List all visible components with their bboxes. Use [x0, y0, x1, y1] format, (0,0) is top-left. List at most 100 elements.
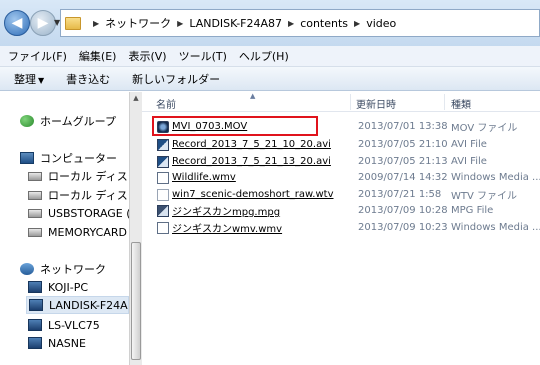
- chevron-right-icon[interactable]: ▶: [93, 19, 99, 28]
- sidebar-item-koji-pc[interactable]: KOJI-PC: [28, 278, 88, 296]
- file-name: ジンギスカンmpg.mpg: [172, 207, 281, 218]
- file-row[interactable]: Record_2013_7_5_21_13_20.avi 2013/07/05 …: [142, 153, 540, 170]
- breadcrumb-contents[interactable]: contents: [300, 17, 348, 30]
- menu-file[interactable]: ファイル(F): [8, 48, 67, 64]
- file-type: WTV ファイル: [451, 191, 518, 202]
- organize-button[interactable]: 整理 ▼: [14, 71, 44, 87]
- file-name: Wildlife.wmv: [172, 172, 236, 183]
- sidebar-item-landisk[interactable]: LANDISK-F24A87: [26, 296, 129, 314]
- file-name: ジンギスカンwmv.wmv: [172, 224, 283, 235]
- address-bar-area: ◀ ▶ ▼ ▶ ネットワーク ▶ LANDISK-F24A87 ▶ conten…: [0, 0, 540, 46]
- file-type: MOV ファイル: [451, 123, 518, 134]
- chevron-right-icon[interactable]: ▶: [177, 19, 183, 28]
- computer-icon: [28, 337, 42, 349]
- column-header-type[interactable]: 種類: [451, 96, 471, 111]
- avi-file-icon: [157, 138, 169, 151]
- computer-icon: [20, 152, 34, 164]
- menu-bar: ファイル(F) 編集(E) 表示(V) ツール(T) ヘルプ(H): [0, 46, 540, 67]
- sidebar-item-label: LANDISK-F24A87: [49, 298, 128, 312]
- file-row[interactable]: ジンギスカンmpg.mpg 2013/07/09 10:28 MPG File: [142, 202, 540, 219]
- sidebar-item-network[interactable]: ネットワーク: [20, 260, 106, 278]
- file-type: MPG File: [451, 205, 494, 216]
- sidebar-item-computer[interactable]: コンピューター: [20, 149, 117, 167]
- burn-button[interactable]: 書き込む: [66, 71, 110, 87]
- column-header-row: ▲ 名前 更新日時 種類: [142, 92, 540, 112]
- wmv-file-icon: [157, 171, 169, 184]
- sidebar-item-memorycard[interactable]: MEMORYCARD (¥¥: [28, 223, 130, 241]
- sidebar-item-label: USBSTORAGE (¥¥F: [48, 206, 130, 220]
- file-date: 2013/07/01 13:38: [358, 121, 448, 132]
- file-row[interactable]: Record_2013_7_5_21_10_20.avi 2013/07/05 …: [142, 136, 540, 153]
- organize-label: 整理: [14, 72, 36, 86]
- sidebar-item-label: NASNE: [48, 336, 86, 350]
- highlight-annotation-box: [152, 116, 318, 136]
- new-folder-button[interactable]: 新しいフォルダー: [132, 71, 220, 87]
- sidebar-item-label: ローカル ディスク (: [48, 189, 130, 202]
- menu-help[interactable]: ヘルプ(H): [239, 48, 289, 64]
- breadcrumb-video[interactable]: video: [366, 17, 396, 30]
- sidebar-item-label: コンピューター: [40, 152, 117, 165]
- sidebar-scrollbar[interactable]: ▲: [129, 92, 142, 365]
- chevron-right-icon[interactable]: ▶: [288, 19, 294, 28]
- column-header-date[interactable]: 更新日時: [356, 96, 396, 111]
- computer-icon: [29, 299, 43, 311]
- computer-icon: [28, 319, 42, 331]
- sidebar-item-homegroup[interactable]: ホームグループ: [20, 112, 116, 130]
- sidebar-item-label: MEMORYCARD (¥¥: [48, 225, 130, 239]
- file-type: AVI File: [451, 139, 487, 150]
- breadcrumb-landisk[interactable]: LANDISK-F24A87: [189, 17, 282, 30]
- wtv-file-icon: [157, 188, 169, 201]
- chevron-right-icon[interactable]: ▶: [354, 19, 360, 28]
- scroll-up-arrow-icon[interactable]: ▲: [131, 94, 141, 104]
- sidebar-item-label: ホームグループ: [40, 115, 117, 128]
- menu-tools[interactable]: ツール(T): [179, 48, 227, 64]
- avi-file-icon: [157, 155, 169, 168]
- file-type: Windows Media ...: [451, 222, 540, 233]
- folder-icon: [65, 16, 81, 30]
- back-button[interactable]: ◀: [4, 10, 30, 36]
- computer-icon: [28, 281, 42, 293]
- file-row[interactable]: ジンギスカンwmv.wmv 2013/07/09 10:23 Windows M…: [142, 219, 540, 236]
- column-header-name[interactable]: 名前: [156, 96, 176, 111]
- file-list-pane: ▲ 名前 更新日時 種類 MVI_0703.MOV 2013/07/01 13:…: [142, 92, 540, 365]
- column-divider[interactable]: [350, 94, 351, 110]
- file-date: 2013/07/09 10:23: [358, 222, 448, 233]
- network-drive-icon: [28, 208, 42, 218]
- menu-view[interactable]: 表示(V): [128, 48, 166, 64]
- menu-edit[interactable]: 編集(E): [79, 48, 117, 64]
- sidebar-item-local-disk-2[interactable]: ローカル ディスク (: [28, 186, 130, 204]
- file-date: 2013/07/21 1:58: [358, 189, 442, 200]
- sidebar-item-usbstorage[interactable]: USBSTORAGE (¥¥F: [28, 204, 130, 222]
- file-row[interactable]: Wildlife.wmv 2009/07/14 14:32 Windows Me…: [142, 169, 540, 186]
- wmv-file-icon: [157, 221, 169, 234]
- file-name: Record_2013_7_5_21_10_20.avi: [172, 139, 331, 150]
- sidebar-item-local-disk-1[interactable]: ローカル ディスク (: [28, 167, 130, 185]
- file-date: 2013/07/09 10:28: [358, 205, 448, 216]
- scrollbar-thumb[interactable]: [131, 242, 141, 360]
- command-toolbar: 整理 ▼ 書き込む 新しいフォルダー: [0, 67, 540, 91]
- sidebar-item-nasne[interactable]: NASNE: [28, 334, 86, 352]
- address-box[interactable]: ▶ ネットワーク ▶ LANDISK-F24A87 ▶ contents ▶ v…: [60, 9, 540, 37]
- drive-icon: [28, 190, 42, 200]
- network-drive-icon: [28, 227, 42, 237]
- column-divider[interactable]: [444, 94, 445, 110]
- file-date: 2009/07/14 14:32: [358, 172, 448, 183]
- drive-icon: [28, 171, 42, 181]
- forward-button[interactable]: ▶: [30, 10, 56, 36]
- sidebar-item-label: LS-VLC75: [48, 318, 100, 332]
- navigation-pane: ホームグループ コンピューター ローカル ディスク ( ローカル ディスク ( …: [0, 92, 130, 365]
- homegroup-icon: [20, 115, 34, 127]
- sort-ascending-icon: ▲: [250, 92, 256, 100]
- breadcrumb-network[interactable]: ネットワーク: [105, 15, 171, 31]
- file-row[interactable]: win7_scenic-demoshort_raw.wtv 2013/07/21…: [142, 186, 540, 203]
- chevron-down-icon: ▼: [38, 75, 45, 85]
- sidebar-item-ls-vlc75[interactable]: LS-VLC75: [28, 316, 100, 334]
- file-name: win7_scenic-demoshort_raw.wtv: [172, 189, 334, 200]
- file-date: 2013/07/05 21:13: [358, 156, 448, 167]
- file-type: AVI File: [451, 156, 487, 167]
- file-type: Windows Media ...: [451, 172, 540, 183]
- file-name: Record_2013_7_5_21_13_20.avi: [172, 156, 331, 167]
- network-icon: [20, 263, 34, 275]
- sidebar-item-label: ネットワーク: [40, 263, 106, 276]
- sidebar-item-label: KOJI-PC: [48, 280, 89, 294]
